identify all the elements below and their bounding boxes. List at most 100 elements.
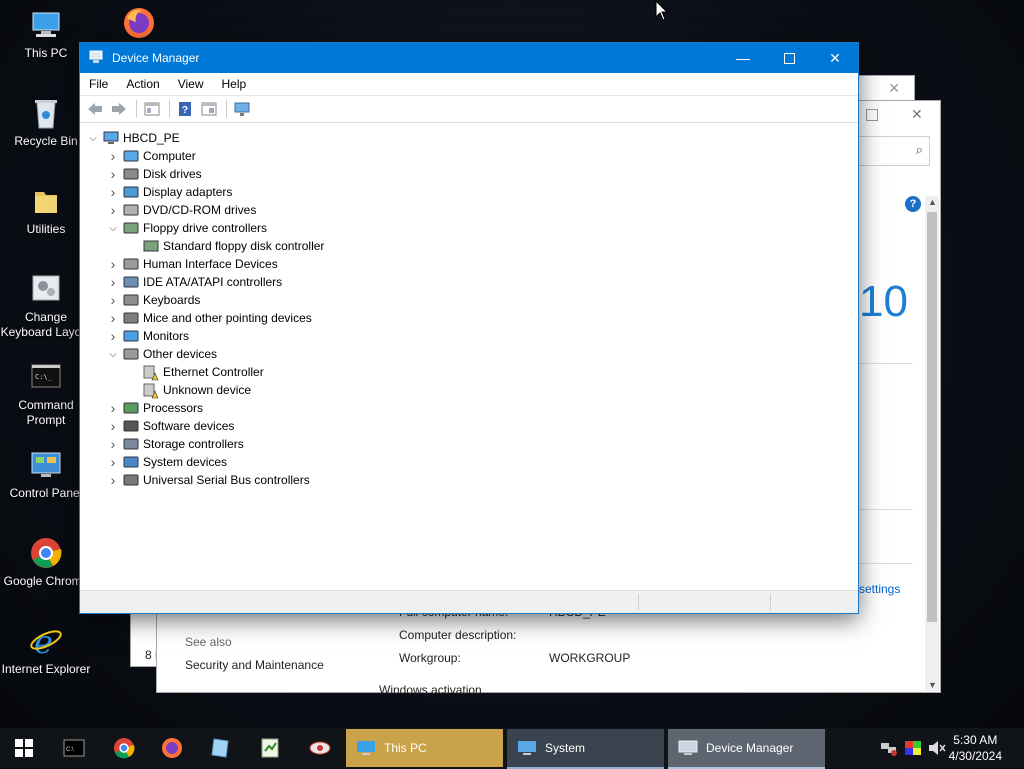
- taskbar-window-this-pc[interactable]: This PC: [346, 729, 503, 767]
- back-button[interactable]: [84, 98, 106, 120]
- windows-activation-heading: Windows activation: [379, 683, 482, 697]
- device-category-3[interactable]: › DVD/CD-ROM drives: [106, 201, 257, 219]
- security-maintenance-link[interactable]: Security and Maintenance: [185, 658, 324, 672]
- chevron-right-icon[interactable]: ›: [106, 147, 120, 165]
- chevron-right-icon[interactable]: ›: [106, 417, 120, 435]
- taskbar-window-device-manager[interactable]: Device Manager: [668, 729, 825, 769]
- scroll-down-icon[interactable]: ▼: [928, 680, 937, 690]
- device-category-13[interactable]: › Storage controllers: [106, 435, 244, 453]
- taskbar-window-label: System: [545, 741, 586, 755]
- taskbar-notepad[interactable]: [196, 728, 244, 768]
- clock-date: 4/30/2024: [948, 749, 1002, 763]
- device-category-5[interactable]: › Human Interface Devices: [106, 255, 278, 273]
- clock[interactable]: 5:30 AM 4/30/2024: [949, 732, 1002, 764]
- title-bar[interactable]: Device Manager — ✕: [80, 43, 858, 73]
- device-category-1[interactable]: › Disk drives: [106, 165, 202, 183]
- console-tree-icon: [144, 102, 160, 116]
- minimize-button[interactable]: —: [720, 43, 766, 73]
- device-category-icon: [123, 185, 139, 199]
- menu-action[interactable]: Action: [117, 77, 168, 91]
- device-manager-window[interactable]: Device Manager — ✕ File Action View Help…: [79, 42, 859, 614]
- device-category-10[interactable]: ⌵ Other devices: [106, 345, 217, 363]
- maximize-icon[interactable]: [866, 109, 878, 121]
- search-box[interactable]: ⌕: [857, 136, 930, 166]
- chevron-down-icon[interactable]: ⌵: [106, 345, 120, 363]
- device-category-8[interactable]: › Mice and other pointing devices: [106, 309, 312, 327]
- desktop-icon-internet-explorer[interactable]: e Internet Explorer: [0, 623, 92, 677]
- scan-hardware-button[interactable]: [231, 98, 253, 120]
- menu-view[interactable]: View: [169, 77, 213, 91]
- maximize-button[interactable]: [766, 43, 812, 73]
- chevron-right-icon[interactable]: ›: [106, 255, 120, 273]
- svg-text:e: e: [34, 624, 53, 658]
- back-arrow-icon: [88, 103, 102, 115]
- warning-device-icon: [143, 383, 159, 399]
- device-category-label: DVD/CD-ROM drives: [143, 203, 257, 217]
- device-category-2[interactable]: › Display adapters: [106, 183, 233, 201]
- help-icon[interactable]: ?: [905, 196, 921, 212]
- start-button[interactable]: [0, 728, 48, 768]
- chevron-right-icon[interactable]: ›: [106, 453, 120, 471]
- close-button[interactable]: ✕: [812, 43, 858, 73]
- chevron-right-icon[interactable]: ›: [106, 165, 120, 183]
- device-item[interactable]: Unknown device: [140, 381, 251, 399]
- chevron-right-icon[interactable]: ›: [106, 399, 120, 417]
- device-category-9[interactable]: › Monitors: [106, 327, 189, 345]
- tree-root[interactable]: ⌵ HBCD_PE: [86, 129, 179, 147]
- taskbar-firefox[interactable]: [148, 728, 196, 768]
- device-item[interactable]: Ethernet Controller: [140, 363, 264, 381]
- chevron-right-icon[interactable]: ›: [106, 471, 120, 489]
- device-category-label: System devices: [143, 455, 228, 469]
- show-hide-console-tree-button[interactable]: [141, 98, 163, 120]
- chevron-right-icon[interactable]: ›: [106, 435, 120, 453]
- menu-bar: File Action View Help: [80, 73, 858, 96]
- close-icon[interactable]: ✕: [911, 106, 923, 123]
- tray-network-icon[interactable]: [880, 740, 898, 759]
- chevron-right-icon[interactable]: ›: [106, 273, 120, 291]
- device-category-15[interactable]: › Universal Serial Bus controllers: [106, 471, 310, 489]
- device-category-label: Keyboards: [143, 293, 201, 307]
- device-category-6[interactable]: › IDE ATA/ATAPI controllers: [106, 273, 283, 291]
- properties-button[interactable]: [198, 98, 220, 120]
- chevron-down-icon[interactable]: ⌵: [86, 129, 100, 147]
- chevron-right-icon[interactable]: ›: [106, 327, 120, 345]
- tray-volume-muted-icon[interactable]: [928, 740, 946, 759]
- menu-file[interactable]: File: [80, 77, 117, 91]
- device-category-4[interactable]: ⌵ Floppy drive controllers: [106, 219, 267, 237]
- taskbar-tool[interactable]: [296, 728, 344, 768]
- close-icon[interactable]: ✕: [888, 80, 900, 97]
- device-category-11[interactable]: › Processors: [106, 399, 203, 417]
- device-category-12[interactable]: › Software devices: [106, 417, 235, 435]
- device-category-7[interactable]: › Keyboards: [106, 291, 201, 309]
- device-item-label: Unknown device: [163, 383, 252, 397]
- device-manager-icon: [678, 740, 698, 755]
- chevron-right-icon[interactable]: ›: [106, 309, 120, 327]
- firefox-desktop-icon[interactable]: [122, 6, 156, 40]
- taskbar-chrome[interactable]: [100, 728, 148, 768]
- scroll-up-icon[interactable]: ▲: [928, 197, 937, 207]
- taskbar-editor[interactable]: [246, 728, 294, 768]
- chevron-right-icon[interactable]: ›: [106, 201, 120, 219]
- device-category-0[interactable]: › Computer: [106, 147, 196, 165]
- taskbar-window-system[interactable]: System: [507, 729, 664, 769]
- maximize-icon: [783, 52, 795, 64]
- menu-help[interactable]: Help: [213, 77, 256, 91]
- taskbar-command-prompt[interactable]: C:\: [50, 728, 98, 768]
- scrollbar[interactable]: ▲ ▼: [925, 196, 939, 691]
- device-item[interactable]: Standard floppy disk controller: [140, 237, 324, 255]
- device-category-icon: [123, 221, 139, 235]
- tray-color-icon[interactable]: [904, 740, 922, 759]
- forward-button[interactable]: [108, 98, 130, 120]
- chevron-down-icon[interactable]: ⌵: [106, 219, 120, 237]
- chevron-right-icon[interactable]: ›: [106, 183, 120, 201]
- help-button[interactable]: ?: [174, 98, 196, 120]
- command-prompt-icon: C:\: [63, 739, 85, 757]
- scrollbar-thumb[interactable]: [927, 212, 937, 622]
- device-category-label: Computer: [143, 149, 196, 163]
- device-category-14[interactable]: › System devices: [106, 453, 227, 471]
- chevron-right-icon[interactable]: ›: [106, 291, 120, 309]
- device-category-label: Universal Serial Bus controllers: [143, 473, 310, 487]
- clock-time: 5:30 AM: [953, 733, 998, 747]
- device-item-label: Ethernet Controller: [163, 365, 264, 379]
- change-settings-link[interactable]: settings: [859, 582, 900, 596]
